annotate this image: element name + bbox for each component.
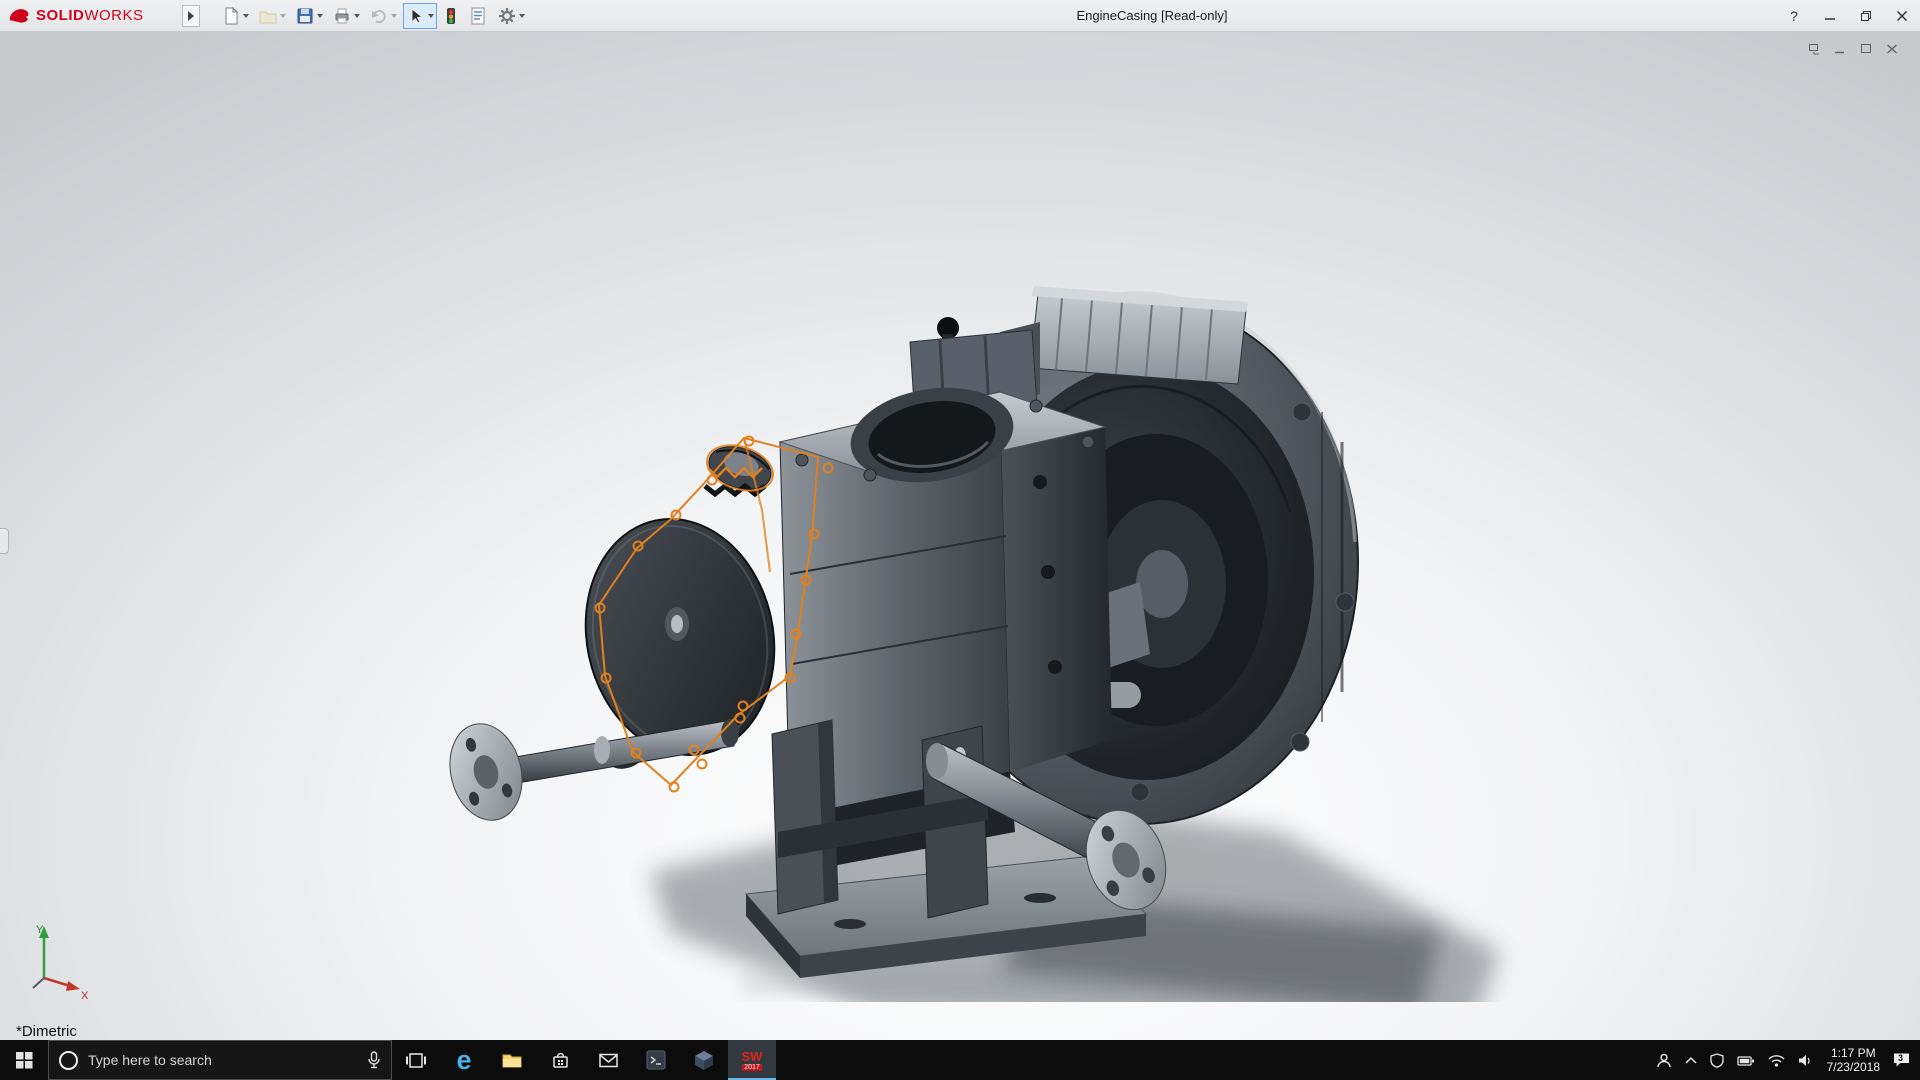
- gear-icon: [499, 7, 515, 24]
- help-button[interactable]: ?: [1776, 0, 1812, 32]
- mail-taskbar-button[interactable]: [584, 1040, 632, 1080]
- rebuild-button[interactable]: [440, 3, 462, 29]
- window-restore-button[interactable]: [1848, 0, 1884, 32]
- doc-maximize-button[interactable]: [1856, 40, 1876, 58]
- new-document-icon: [225, 6, 239, 24]
- taskbar-search[interactable]: [48, 1040, 392, 1080]
- restore-icon: [1861, 10, 1871, 21]
- network-wifi-icon[interactable]: [1768, 1053, 1785, 1067]
- doc-restore-down-icon: [1808, 44, 1819, 55]
- cortana-icon: [59, 1050, 78, 1070]
- save-button[interactable]: [292, 3, 326, 29]
- edge-taskbar-button[interactable]: e: [440, 1040, 488, 1080]
- options-button[interactable]: [494, 3, 528, 29]
- windows-logo-icon: [15, 1051, 32, 1068]
- open-folder-icon: [259, 11, 277, 23]
- undo-button[interactable]: [366, 3, 400, 29]
- hidden-icons-chevron[interactable]: [1685, 1056, 1697, 1064]
- rebuild-traffic-light-icon: [447, 7, 455, 24]
- reference-triad: Y X: [32, 924, 89, 1000]
- volume-icon[interactable]: [1798, 1053, 1814, 1068]
- microphone-icon[interactable]: [367, 1051, 381, 1069]
- window-minimize-button[interactable]: [1812, 0, 1848, 32]
- brand-text-bold: SOLID: [36, 6, 85, 24]
- triad-y-label: Y: [36, 924, 44, 936]
- view-orientation-label: *Dimetric: [16, 1023, 77, 1040]
- cube-3d-icon: [695, 1050, 713, 1070]
- help-label: ?: [1790, 7, 1798, 24]
- notification-count-badge: 3: [1898, 1053, 1904, 1063]
- task-view-icon: [406, 1052, 426, 1068]
- minimize-icon: [1825, 17, 1835, 20]
- taskbar-clock[interactable]: 1:17 PM 7/23/2018: [1827, 1046, 1880, 1074]
- solidworks-year-badge: 2017: [742, 1063, 762, 1071]
- start-button[interactable]: [0, 1040, 48, 1080]
- doc-close-button[interactable]: [1882, 40, 1902, 58]
- store-taskbar-button[interactable]: [536, 1040, 584, 1080]
- search-input[interactable]: [88, 1052, 357, 1068]
- close-icon: [1896, 10, 1908, 21]
- store-bag-icon: [552, 1052, 568, 1068]
- select-tool-button[interactable]: [403, 2, 437, 29]
- doc-minimize-icon: [1835, 51, 1844, 54]
- quick-access-toolbar: [218, 2, 528, 29]
- file-properties-button[interactable]: [465, 3, 491, 29]
- solidworks-logo: SOLIDWORKS: [8, 6, 178, 26]
- file-explorer-icon: [502, 1054, 522, 1067]
- undo-icon: [372, 9, 386, 23]
- new-document-button[interactable]: [218, 3, 252, 29]
- titlebar: SOLIDWORKS EngineCasing [Read-only] ?: [0, 0, 1920, 32]
- system-tray: 1:17 PM 7/23/2018 3: [1656, 1040, 1920, 1080]
- panel-flyout-handle[interactable]: [0, 528, 9, 554]
- save-floppy-icon: [297, 8, 313, 23]
- open-button[interactable]: [255, 3, 289, 29]
- window-close-button[interactable]: [1884, 0, 1920, 32]
- windows-taskbar: e: [0, 1040, 1920, 1080]
- battery-icon[interactable]: [1736, 1053, 1755, 1068]
- graphics-viewport[interactable]: Y X *Dimetric: [0, 32, 1920, 1040]
- document-title: EngineCasing [Read-only]: [1076, 8, 1228, 23]
- engine-casing-model[interactable]: [440, 272, 1520, 1002]
- action-center-button[interactable]: 3: [1893, 1052, 1910, 1068]
- app-dark-tile-icon: [646, 1050, 666, 1070]
- triad-x-label: X: [81, 990, 89, 1000]
- print-icon: [335, 8, 349, 23]
- left-shaft: [449, 719, 739, 821]
- doc-restore-down-button[interactable]: [1804, 40, 1824, 58]
- app-dark-tile-button[interactable]: [632, 1040, 680, 1080]
- window-controls: ?: [1776, 0, 1920, 32]
- cursor-arrow-icon: [411, 7, 424, 24]
- edge-icon: e: [456, 1044, 472, 1075]
- ds-swoosh-icon: [9, 8, 29, 23]
- solidworks-window: SOLIDWORKS EngineCasing [Read-only] ? Y …: [0, 0, 1920, 1080]
- doc-minimize-button[interactable]: [1830, 40, 1850, 58]
- app-cube-button[interactable]: [680, 1040, 728, 1080]
- flyout-arrow-icon: [188, 10, 194, 21]
- solidworks-taskbar-button[interactable]: SW 2017: [728, 1040, 776, 1080]
- security-shield-icon[interactable]: [1709, 1052, 1724, 1068]
- doc-close-icon: [1887, 44, 1897, 54]
- file-explorer-taskbar-button[interactable]: [488, 1040, 536, 1080]
- task-view-button[interactable]: [392, 1040, 440, 1080]
- print-button[interactable]: [329, 3, 363, 29]
- solidworks-app-icon: SW: [741, 1048, 763, 1064]
- people-tray-icon[interactable]: [1656, 1053, 1672, 1068]
- clock-date: 7/23/2018: [1826, 1060, 1880, 1074]
- clock-time: 1:17 PM: [1830, 1046, 1876, 1060]
- mail-envelope-icon: [598, 1053, 618, 1067]
- doc-maximize-icon: [1861, 44, 1871, 53]
- toolbar-flyout-button[interactable]: [182, 4, 200, 27]
- brand-text-light: WORKS: [84, 6, 144, 24]
- document-window-controls: [1804, 40, 1902, 58]
- file-properties-icon: [471, 7, 485, 24]
